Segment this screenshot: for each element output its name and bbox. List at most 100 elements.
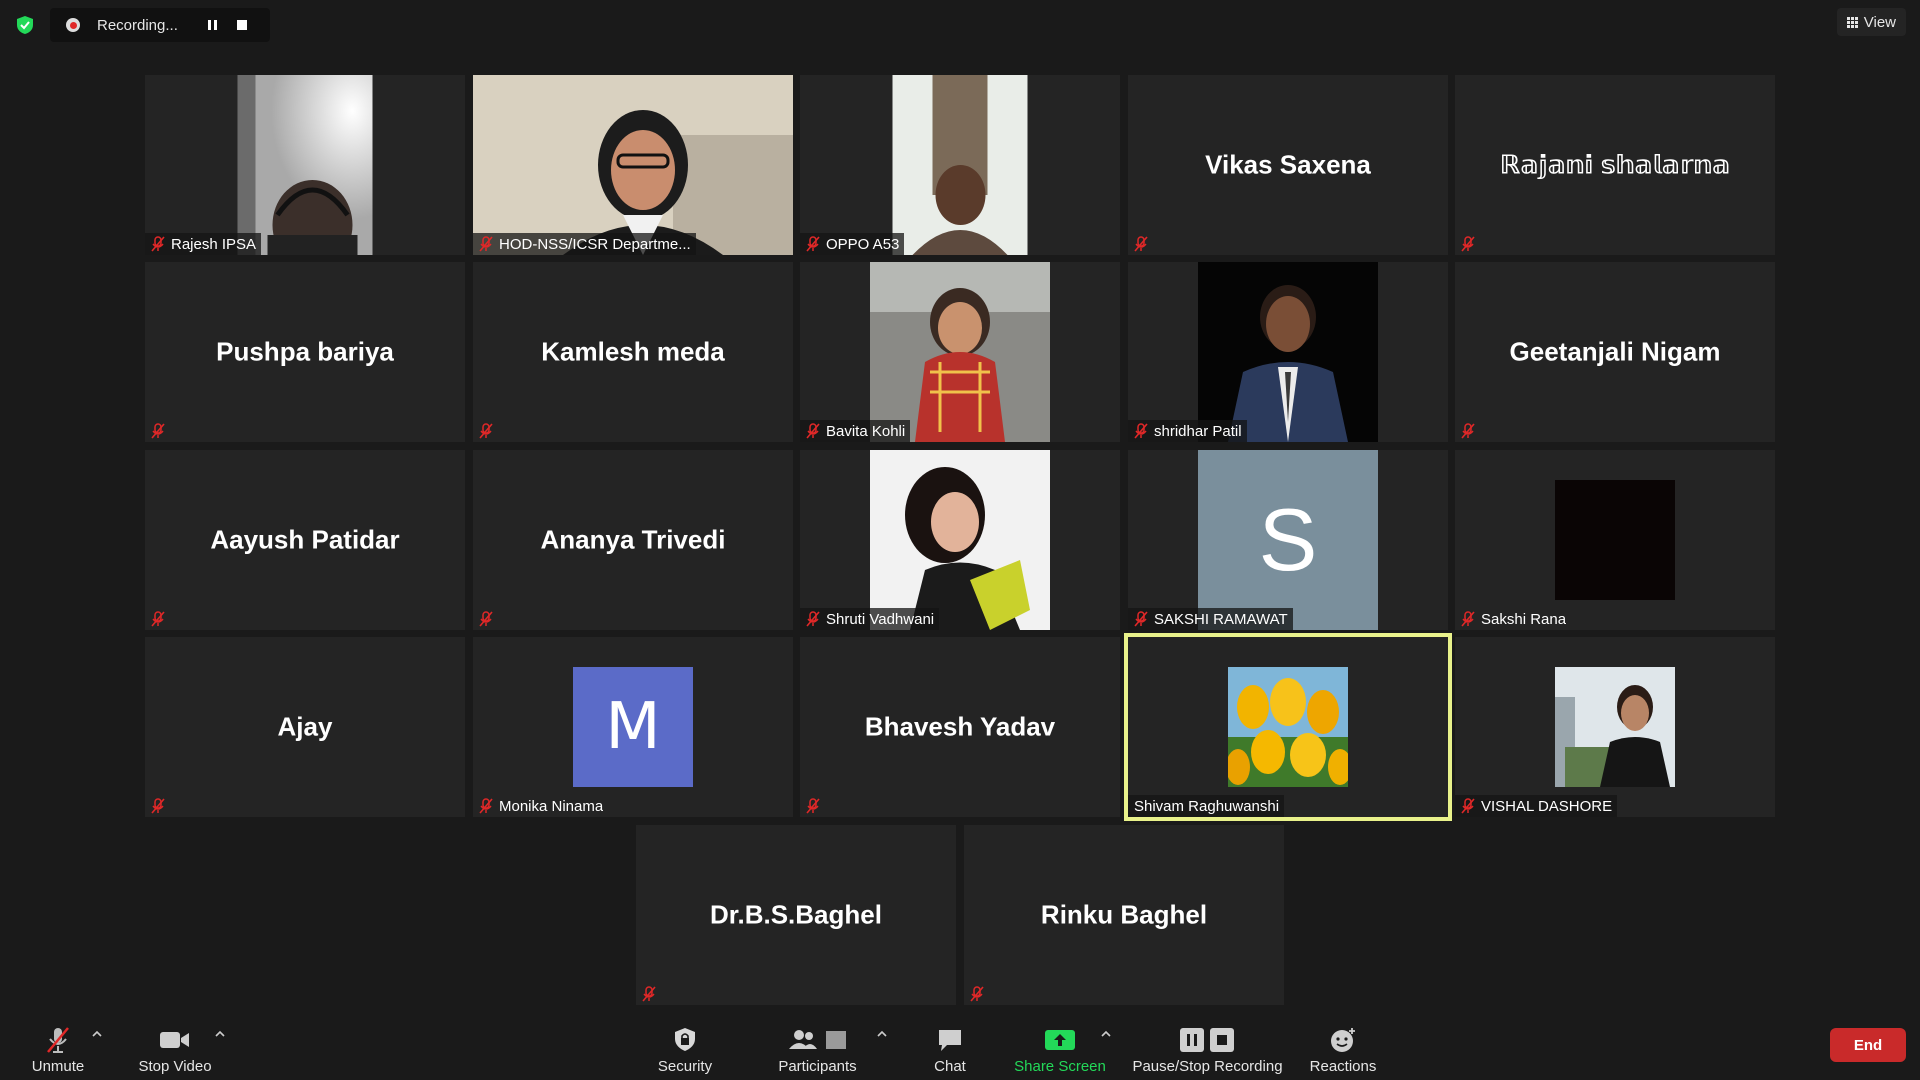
participant-tile[interactable]: shridhar Patil bbox=[1128, 262, 1448, 442]
participant-display-name: Dr.B.S.Baghel bbox=[710, 899, 882, 930]
view-button[interactable]: View bbox=[1836, 8, 1906, 36]
participant-name: Rajesh IPSA bbox=[171, 235, 257, 253]
muted-mic-icon bbox=[1134, 423, 1148, 439]
meeting-controls-toolbar: Unmute Stop Video Security Participants … bbox=[0, 1016, 1920, 1080]
participant-display-name: Ajay bbox=[277, 711, 333, 742]
participants-icon bbox=[786, 1024, 850, 1056]
participant-tile[interactable]: VISHAL DASHORE bbox=[1455, 637, 1775, 817]
share-screen-button[interactable]: Share Screen bbox=[1010, 1024, 1110, 1080]
participant-tile[interactable]: M Monika Ninama bbox=[473, 637, 793, 817]
participant-tile[interactable]: Rajesh IPSA bbox=[145, 75, 465, 255]
participant-tile[interactable]: Ananya Trivedi bbox=[473, 450, 793, 630]
participant-tile[interactable]: Aayush Patidar bbox=[145, 450, 465, 630]
reactions-button[interactable]: Reactions bbox=[1303, 1024, 1383, 1080]
participant-tile[interactable]: Rinku Baghel bbox=[964, 825, 1284, 1005]
participants-button[interactable]: Participants bbox=[770, 1024, 865, 1080]
participant-tile[interactable]: Shruti Vadhwani bbox=[800, 450, 1120, 630]
participant-tile[interactable]: ℝ𝕒𝕛𝕒𝕟𝕚 𝕤𝕙𝕒𝕝𝕒𝕣𝕟𝕒 bbox=[1455, 75, 1775, 255]
stop-recording-button[interactable] bbox=[227, 10, 257, 40]
participant-tile[interactable]: Kamlesh meda bbox=[473, 262, 793, 442]
participant-name-label bbox=[1128, 233, 1153, 255]
share-options-caret-icon[interactable] bbox=[1100, 1028, 1112, 1040]
participant-name-label bbox=[473, 420, 498, 442]
participant-tile[interactable]: Geetanjali Nigam bbox=[1455, 262, 1775, 442]
participant-tile[interactable]: Bhavesh Yadav bbox=[800, 637, 1120, 817]
video-options-caret-icon[interactable] bbox=[214, 1028, 226, 1040]
view-label: View bbox=[1863, 13, 1896, 31]
share-screen-label: Share Screen bbox=[1014, 1058, 1106, 1075]
avatar-image bbox=[1555, 667, 1675, 787]
participant-tile[interactable]: Sakshi Rana bbox=[1455, 450, 1775, 630]
reactions-smiley-icon bbox=[1328, 1024, 1358, 1056]
muted-mic-icon bbox=[1461, 798, 1475, 814]
participant-display-name: Bhavesh Yadav bbox=[864, 711, 1056, 742]
muted-mic-icon bbox=[479, 236, 493, 252]
participants-label: Participants bbox=[778, 1058, 857, 1075]
avatar-image bbox=[1555, 480, 1675, 600]
participant-display-name: Aayush Patidar bbox=[210, 524, 400, 555]
participant-video bbox=[237, 75, 373, 255]
participant-name-label: OPPO A53 bbox=[800, 233, 905, 255]
participant-tile[interactable]: OPPO A53 bbox=[800, 75, 1120, 255]
stop-video-button[interactable]: Stop Video bbox=[130, 1024, 220, 1080]
participant-video bbox=[870, 450, 1050, 630]
participants-options-caret-icon[interactable] bbox=[876, 1028, 888, 1040]
participant-display-name: Vikas Saxena bbox=[1205, 149, 1371, 180]
pause-icon bbox=[207, 20, 217, 30]
recording-dot-icon bbox=[66, 18, 80, 32]
participant-tile[interactable]: Bavita Kohli bbox=[800, 262, 1120, 442]
muted-mic-icon bbox=[806, 798, 820, 814]
security-shield-icon bbox=[672, 1024, 698, 1056]
participant-display-name: Rinku Baghel bbox=[1040, 899, 1208, 930]
chat-button[interactable]: Chat bbox=[925, 1024, 975, 1080]
muted-mic-icon bbox=[479, 423, 493, 439]
participant-tile[interactable]: Dr.B.S.Baghel bbox=[636, 825, 956, 1005]
participant-name: Shivam Raghuwanshi bbox=[1134, 797, 1280, 815]
participant-tile[interactable]: Ajay bbox=[145, 637, 465, 817]
muted-mic-icon bbox=[1461, 611, 1475, 627]
participant-name-label: Rajesh IPSA bbox=[145, 233, 262, 255]
participant-name: Sakshi Rana bbox=[1481, 610, 1567, 628]
participant-name-label bbox=[800, 795, 825, 817]
participant-name: SAKSHI RAMAWAT bbox=[1154, 610, 1288, 628]
chat-label: Chat bbox=[934, 1058, 966, 1075]
recording-indicator: Recording... bbox=[50, 8, 270, 42]
security-button[interactable]: Security bbox=[650, 1024, 720, 1080]
pause-stop-recording-button[interactable]: Pause/Stop Recording bbox=[1130, 1024, 1285, 1080]
unmute-label: Unmute bbox=[31, 1058, 85, 1075]
participant-tile[interactable]: HOD-NSS/ICSR Departme... bbox=[473, 75, 793, 255]
participant-name-label: Monika Ninama bbox=[473, 795, 608, 817]
participant-name: HOD-NSS/ICSR Departme... bbox=[499, 235, 691, 253]
muted-mic-icon bbox=[642, 986, 656, 1002]
muted-mic-icon bbox=[151, 611, 165, 627]
unmute-button[interactable]: Unmute bbox=[26, 1024, 90, 1080]
avatar-initial: S bbox=[1198, 450, 1378, 630]
stop-icon bbox=[237, 20, 247, 30]
avatar-initial: M bbox=[573, 667, 693, 787]
participant-name: Monika Ninama bbox=[499, 797, 604, 815]
encryption-shield-icon[interactable] bbox=[14, 14, 36, 36]
participant-tile[interactable]: Vikas Saxena bbox=[1128, 75, 1448, 255]
muted-mic-icon bbox=[1461, 423, 1475, 439]
audio-options-caret-icon[interactable] bbox=[91, 1028, 103, 1040]
pause-recording-button[interactable] bbox=[197, 10, 227, 40]
zoom-meeting-window: Recording... View Rajesh IPSA HOD-NSS/IC… bbox=[0, 0, 1920, 1080]
participant-name-label: HOD-NSS/ICSR Departme... bbox=[473, 233, 696, 255]
participant-name: shridhar Patil bbox=[1154, 422, 1242, 440]
participant-name-label bbox=[145, 420, 170, 442]
participant-name-label: SAKSHI RAMAWAT bbox=[1128, 608, 1293, 630]
muted-mic-icon bbox=[479, 611, 493, 627]
participant-tile[interactable]: Pushpa bariya bbox=[145, 262, 465, 442]
participant-video bbox=[1198, 262, 1378, 442]
participant-name-label: Shivam Raghuwanshi bbox=[1128, 795, 1285, 817]
participant-tile[interactable]: S SAKSHI RAMAWAT bbox=[1128, 450, 1448, 630]
grid-view-icon bbox=[1846, 16, 1858, 28]
muted-mic-icon bbox=[806, 611, 820, 627]
end-meeting-button[interactable]: End bbox=[1830, 1028, 1906, 1062]
muted-mic-icon bbox=[151, 798, 165, 814]
muted-mic-icon bbox=[806, 236, 820, 252]
stop-video-label: Stop Video bbox=[138, 1058, 212, 1075]
participant-tile-active-speaker[interactable]: Shivam Raghuwanshi bbox=[1124, 633, 1452, 821]
participant-name-label bbox=[964, 983, 989, 1005]
muted-mic-icon bbox=[1134, 236, 1148, 252]
